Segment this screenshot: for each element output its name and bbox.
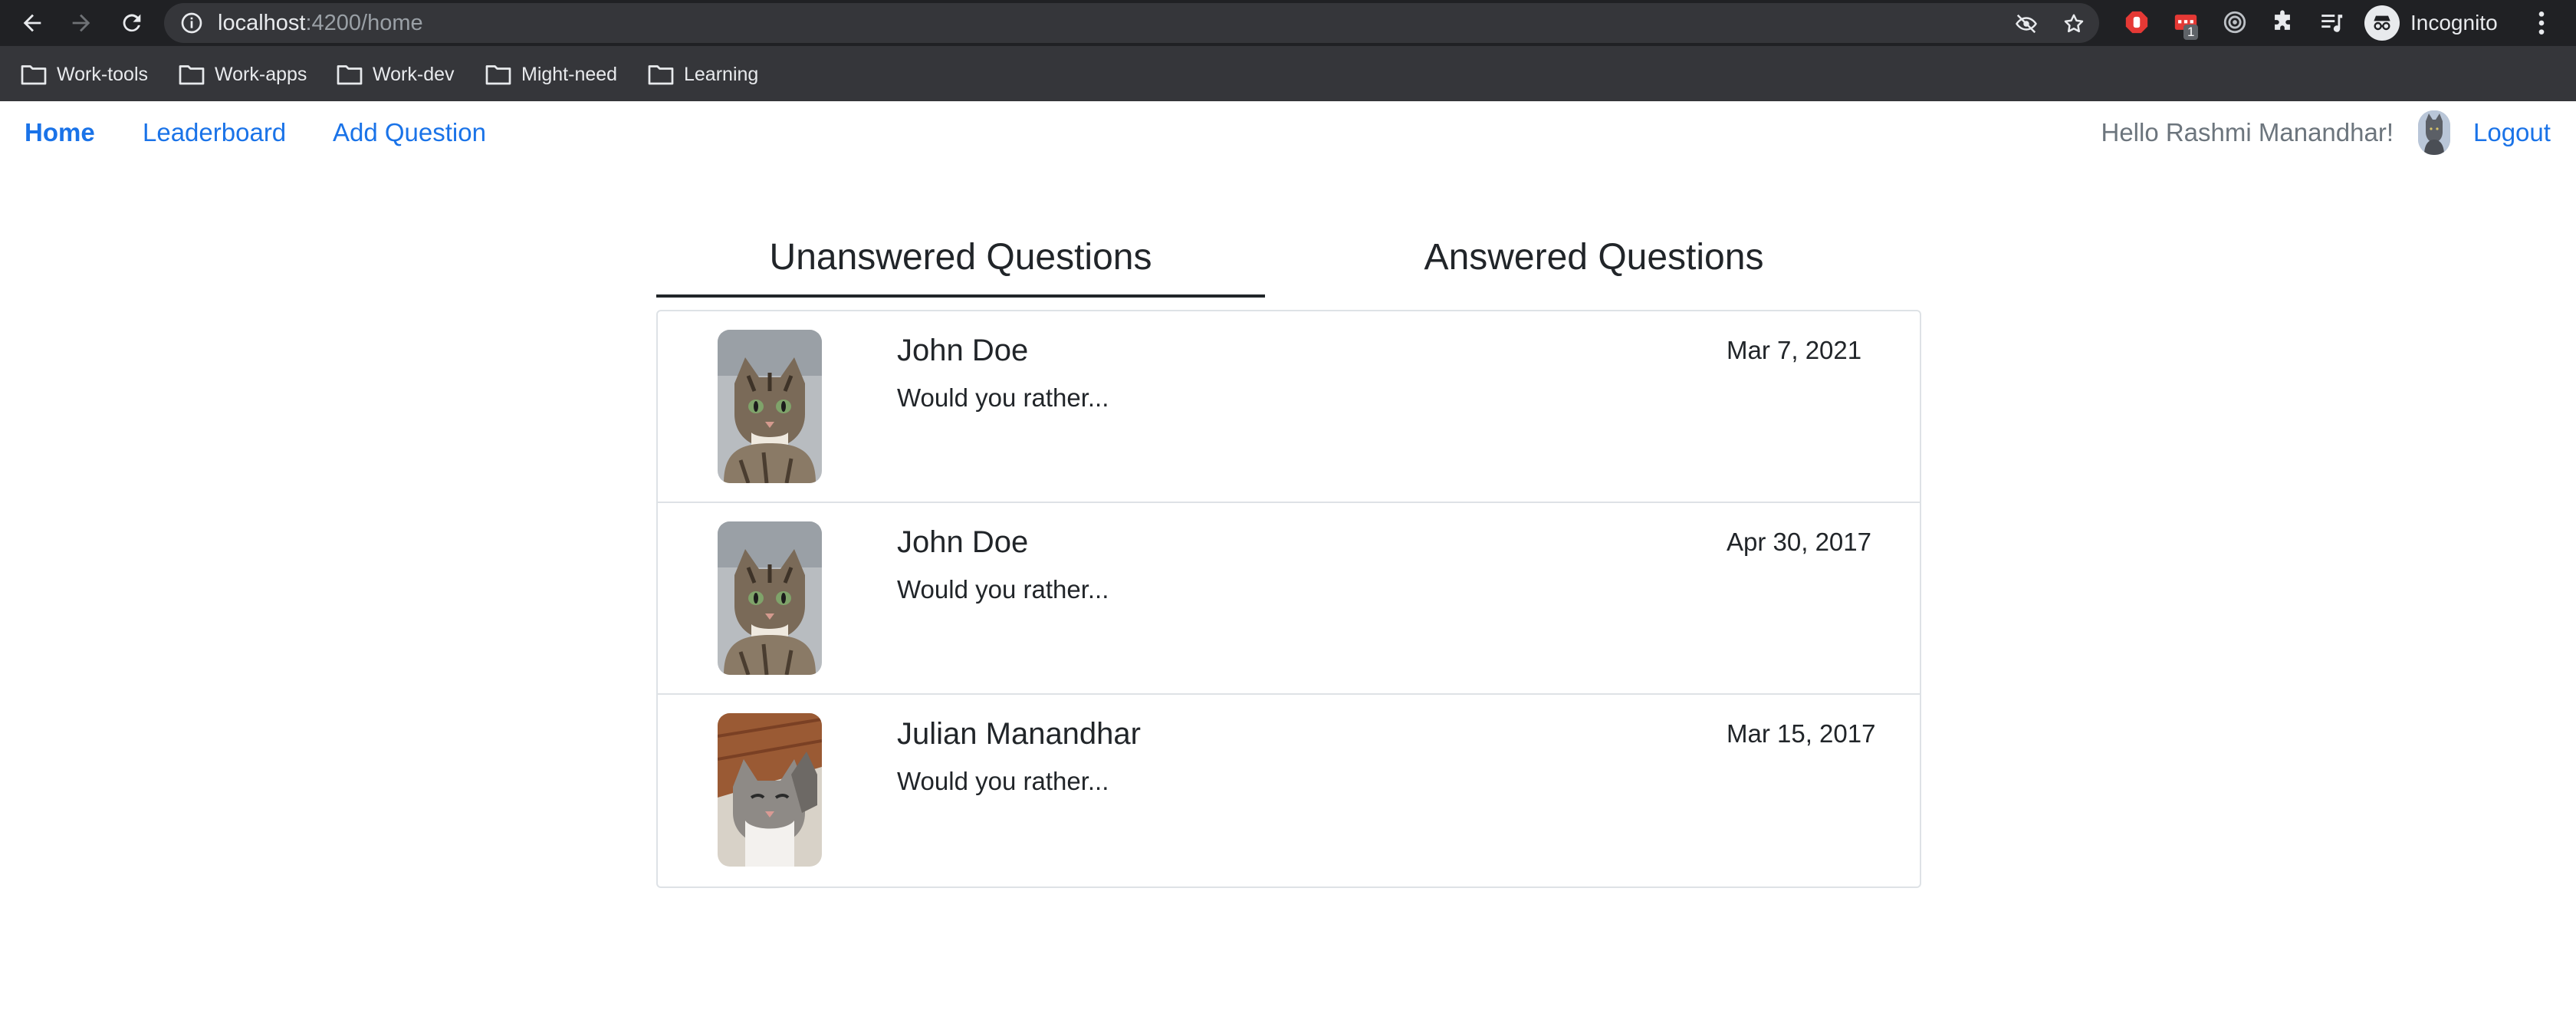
browser-chrome: localhost:4200/home 1 Incognito Work-too… xyxy=(0,0,2576,101)
question-author: John Doe xyxy=(897,334,1029,367)
question-author: John Doe xyxy=(897,525,1029,559)
app-navbar: Home Leaderboard Add Question Hello Rash… xyxy=(0,101,2576,166)
question-list: John Doe Would you rather... Mar 7, 2021… xyxy=(656,310,1921,888)
question-preview: Would you rather... xyxy=(897,575,1109,604)
extension-badge: 1 xyxy=(2183,25,2199,40)
folder-icon xyxy=(337,65,363,85)
tabby-kitten-icon xyxy=(718,521,822,675)
question-preview: Would you rather... xyxy=(897,767,1109,795)
nav-add-question-link[interactable]: Add Question xyxy=(333,117,486,149)
bookmark-folder[interactable]: Work-tools xyxy=(20,61,148,87)
question-preview: Would you rather... xyxy=(897,383,1109,412)
bookmark-folder[interactable]: Learning xyxy=(647,61,758,87)
user-avatar xyxy=(2418,110,2450,155)
tab-unanswered[interactable]: Unanswered Questions xyxy=(656,222,1265,298)
question-date: Apr 30, 2017 xyxy=(1727,528,1871,556)
arrow-right-icon xyxy=(72,14,90,32)
puzzle-icon[interactable] xyxy=(2269,9,2295,35)
question-date: Mar 15, 2017 xyxy=(1727,719,1876,748)
nav-leaderboard-link[interactable]: Leaderboard xyxy=(143,117,286,149)
target-extension-icon[interactable] xyxy=(2222,9,2248,35)
bookmark-folder[interactable]: Work-apps xyxy=(178,61,307,87)
question-card[interactable]: John Doe Would you rather... Mar 7, 2021 xyxy=(658,311,1920,503)
incognito-icon xyxy=(2364,5,2400,41)
bookmarks-bar: Work-tools Work-apps Work-dev Might-need… xyxy=(0,46,2576,101)
eye-off-icon[interactable] xyxy=(2015,12,2038,35)
question-card[interactable]: John Doe Would you rather... Apr 30, 201… xyxy=(658,503,1920,695)
bookmark-folder[interactable]: Might-need xyxy=(485,61,617,87)
url-path: :4200/home xyxy=(305,11,423,35)
adblock-extension-icon[interactable] xyxy=(2124,9,2150,35)
url-text: localhost:4200/home xyxy=(218,10,423,36)
bookmark-label: Might-need xyxy=(521,63,618,85)
bookmark-folder[interactable]: Work-dev xyxy=(336,61,455,87)
folder-icon xyxy=(21,65,47,85)
author-avatar xyxy=(718,713,822,867)
nav-home-link[interactable]: Home xyxy=(25,117,95,149)
bookmark-label: Work-apps xyxy=(215,63,307,85)
question-card[interactable]: Julian Manandhar Would you rather... Mar… xyxy=(658,695,1920,886)
folder-icon xyxy=(485,65,511,85)
bookmark-label: Work-tools xyxy=(57,63,149,85)
extension-with-badge[interactable]: 1 xyxy=(2173,9,2199,40)
incognito-label: Incognito xyxy=(2410,11,2498,35)
star-icon[interactable] xyxy=(2062,12,2085,35)
bookmark-label: Learning xyxy=(684,63,759,85)
arrow-left-icon xyxy=(23,14,41,32)
folder-icon xyxy=(179,65,205,85)
question-author: Julian Manandhar xyxy=(897,717,1141,751)
author-avatar xyxy=(718,330,822,483)
folder-icon xyxy=(648,65,674,85)
logout-link[interactable]: Logout xyxy=(2473,117,2551,149)
url-host: localhost xyxy=(218,11,306,35)
tabby-kitten-icon xyxy=(718,330,822,483)
forward-button[interactable] xyxy=(63,5,100,41)
media-queue-icon[interactable] xyxy=(2318,9,2344,35)
question-date: Mar 7, 2021 xyxy=(1727,336,1862,364)
back-button[interactable] xyxy=(14,5,51,41)
info-icon[interactable] xyxy=(179,11,204,35)
bookmark-label: Work-dev xyxy=(373,63,455,85)
cat-avatar-icon xyxy=(2418,110,2450,155)
user-greeting: Hello Rashmi Manandhar! xyxy=(2101,118,2394,146)
kebab-menu-icon[interactable] xyxy=(2530,8,2553,38)
sleeping-kitten-icon xyxy=(718,713,822,867)
question-tabs: Unanswered Questions Answered Questions xyxy=(656,222,1921,299)
author-avatar xyxy=(718,521,822,675)
reload-button[interactable] xyxy=(113,5,150,41)
incognito-indicator[interactable]: Incognito xyxy=(2364,5,2498,41)
reload-icon xyxy=(123,14,141,32)
browser-toolbar: localhost:4200/home 1 Incognito xyxy=(0,0,2576,46)
address-bar[interactable]: localhost:4200/home xyxy=(164,3,2099,43)
tab-answered[interactable]: Answered Questions xyxy=(1290,222,1898,298)
